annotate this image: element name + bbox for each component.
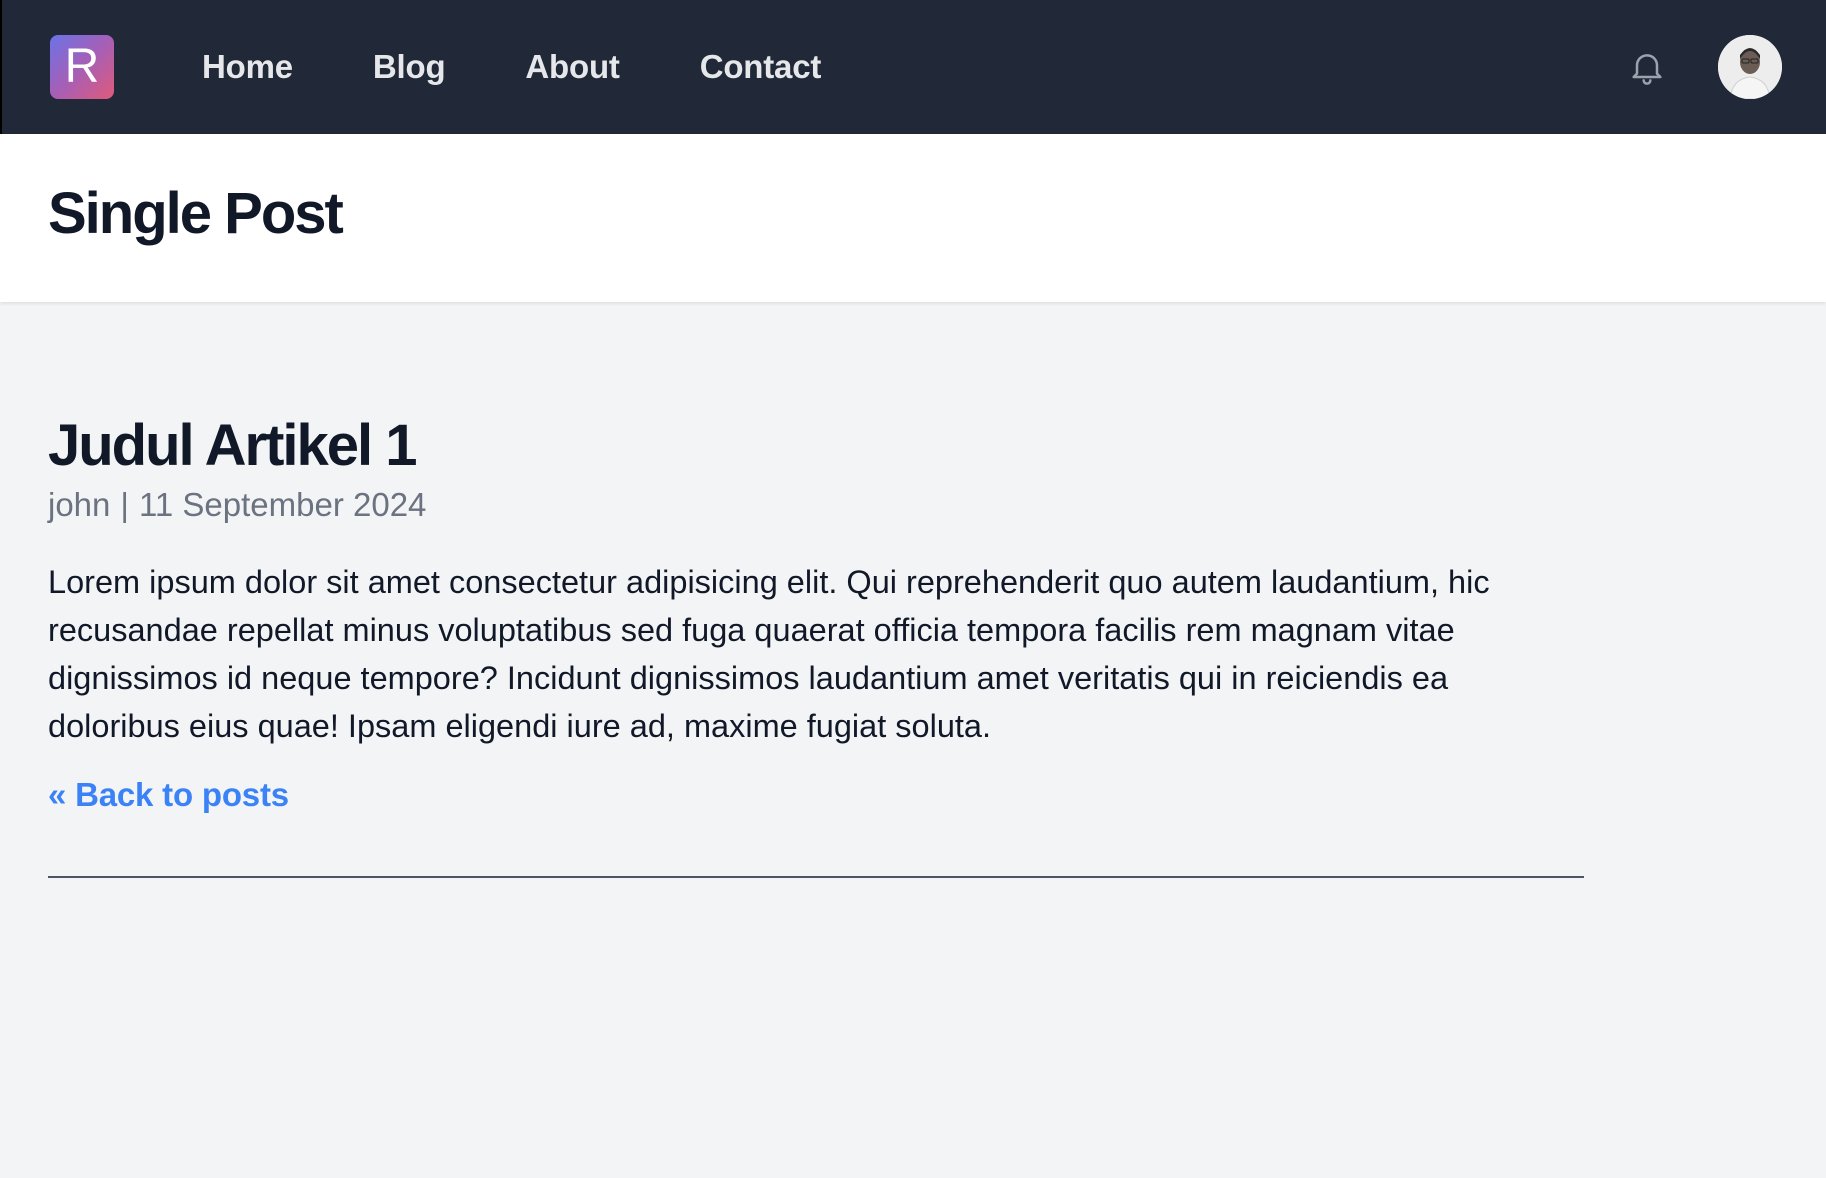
post-date: 11 September 2024 <box>138 485 427 523</box>
nav-link-home[interactable]: Home <box>202 48 293 86</box>
post-meta: john | 11 September 2024 <box>48 486 1536 524</box>
page-header: Single Post <box>0 134 1826 302</box>
bell-icon[interactable] <box>1626 45 1668 89</box>
post-title: Judul Artikel 1 <box>48 413 418 478</box>
nav-link-contact[interactable]: Contact <box>700 48 822 86</box>
post-article: Judul Artikel 1 john | 11 September 2024… <box>48 413 1584 878</box>
nav-link-blog[interactable]: Blog <box>373 48 446 86</box>
nav-link-about[interactable]: About <box>525 48 619 86</box>
nav-right <box>1626 35 1782 99</box>
main-content: Judul Artikel 1 john | 11 September 2024… <box>0 302 1584 878</box>
back-to-posts-link[interactable]: « Back to posts <box>48 776 289 814</box>
logo-letter: R <box>64 40 100 93</box>
post-body: Lorem ipsum dolor sit amet consectetur a… <box>48 563 1490 744</box>
top-navbar: R Home Blog About Contact <box>0 0 1826 134</box>
meta-separator: | <box>120 485 129 523</box>
post-author[interactable]: john <box>48 486 110 524</box>
logo-icon[interactable]: R <box>50 35 114 99</box>
nav-links: Home Blog About Contact <box>202 48 821 86</box>
divider <box>48 875 1584 878</box>
page-title: Single Post <box>48 180 344 246</box>
user-avatar[interactable] <box>1718 35 1782 99</box>
